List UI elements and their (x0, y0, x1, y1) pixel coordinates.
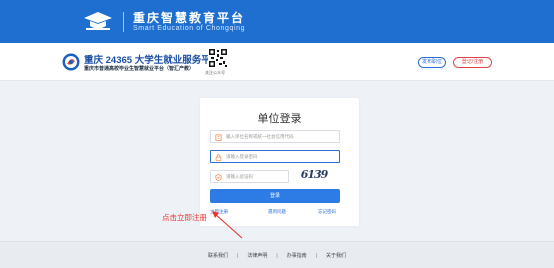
captcha-input[interactable]: 请输入验证码 (210, 170, 289, 183)
qr-code-icon (208, 48, 228, 68)
footer: 联系我们 | 法律声明 | 办事指南 | 关于我们 (0, 241, 554, 268)
employment-platform-logo-icon[interactable] (62, 53, 80, 71)
register-link[interactable]: 立即注册 (210, 209, 228, 215)
help-link[interactable]: 遇到问题 (268, 209, 286, 215)
password-input[interactable]: 请输入登录密码 (210, 150, 340, 163)
platform-description: 重庆市普通高校毕业生智慧就业平台（智汇产教） (84, 66, 195, 72)
banner-title: 重庆智慧教育平台 (133, 11, 246, 25)
annotation-text: 点击立即注册 (162, 213, 207, 222)
footer-links: 联系我们 | 法律声明 | 办事指南 | 关于我们 (0, 252, 554, 259)
platform-title: 重庆 24365 大学生就业服务平台 (84, 55, 221, 66)
lock-icon (215, 153, 222, 161)
password-placeholder: 请输入登录密码 (226, 154, 258, 159)
organization-placeholder: 输入单位名称或统一社会信用代码 (226, 134, 294, 139)
building-icon (215, 134, 222, 141)
banner-divider (123, 12, 124, 32)
organization-input[interactable]: 输入单位名称或统一社会信用代码 (210, 130, 340, 143)
banner-subtitle: Smart Education of Chongqing (133, 25, 246, 32)
captcha-placeholder: 请输入验证码 (226, 174, 253, 179)
forgot-password-link[interactable]: 忘记密码 (318, 209, 336, 215)
login-title: 单位登录 (257, 113, 302, 125)
publish-job-button[interactable]: 发布职位 (418, 57, 446, 68)
shield-check-icon (215, 173, 222, 181)
top-banner: 重庆智慧教育平台 Smart Education of Chongqing (0, 0, 554, 43)
footer-link-contact[interactable]: 联系我们 (199, 252, 237, 259)
footer-link-about[interactable]: 关于我们 (317, 252, 355, 259)
login-register-button[interactable]: 登记/注册 (453, 57, 492, 68)
sub-header: 重庆 24365 大学生就业服务平台 重庆市普通高校毕业生智慧就业平台（智汇产教… (0, 43, 554, 81)
login-card: 单位登录 输入单位名称或统一社会信用代码 请输入登录密码 请输入验证码 6139… (200, 98, 359, 226)
login-button[interactable]: 登录 (210, 189, 340, 203)
captcha-image[interactable]: 6139 (300, 168, 329, 181)
education-platform-logo-icon (84, 12, 112, 30)
footer-link-legal[interactable]: 法律声明 (238, 252, 276, 259)
footer-link-guide[interactable]: 办事指南 (278, 252, 316, 259)
qr-code-label: 关注公众号 (205, 70, 225, 75)
